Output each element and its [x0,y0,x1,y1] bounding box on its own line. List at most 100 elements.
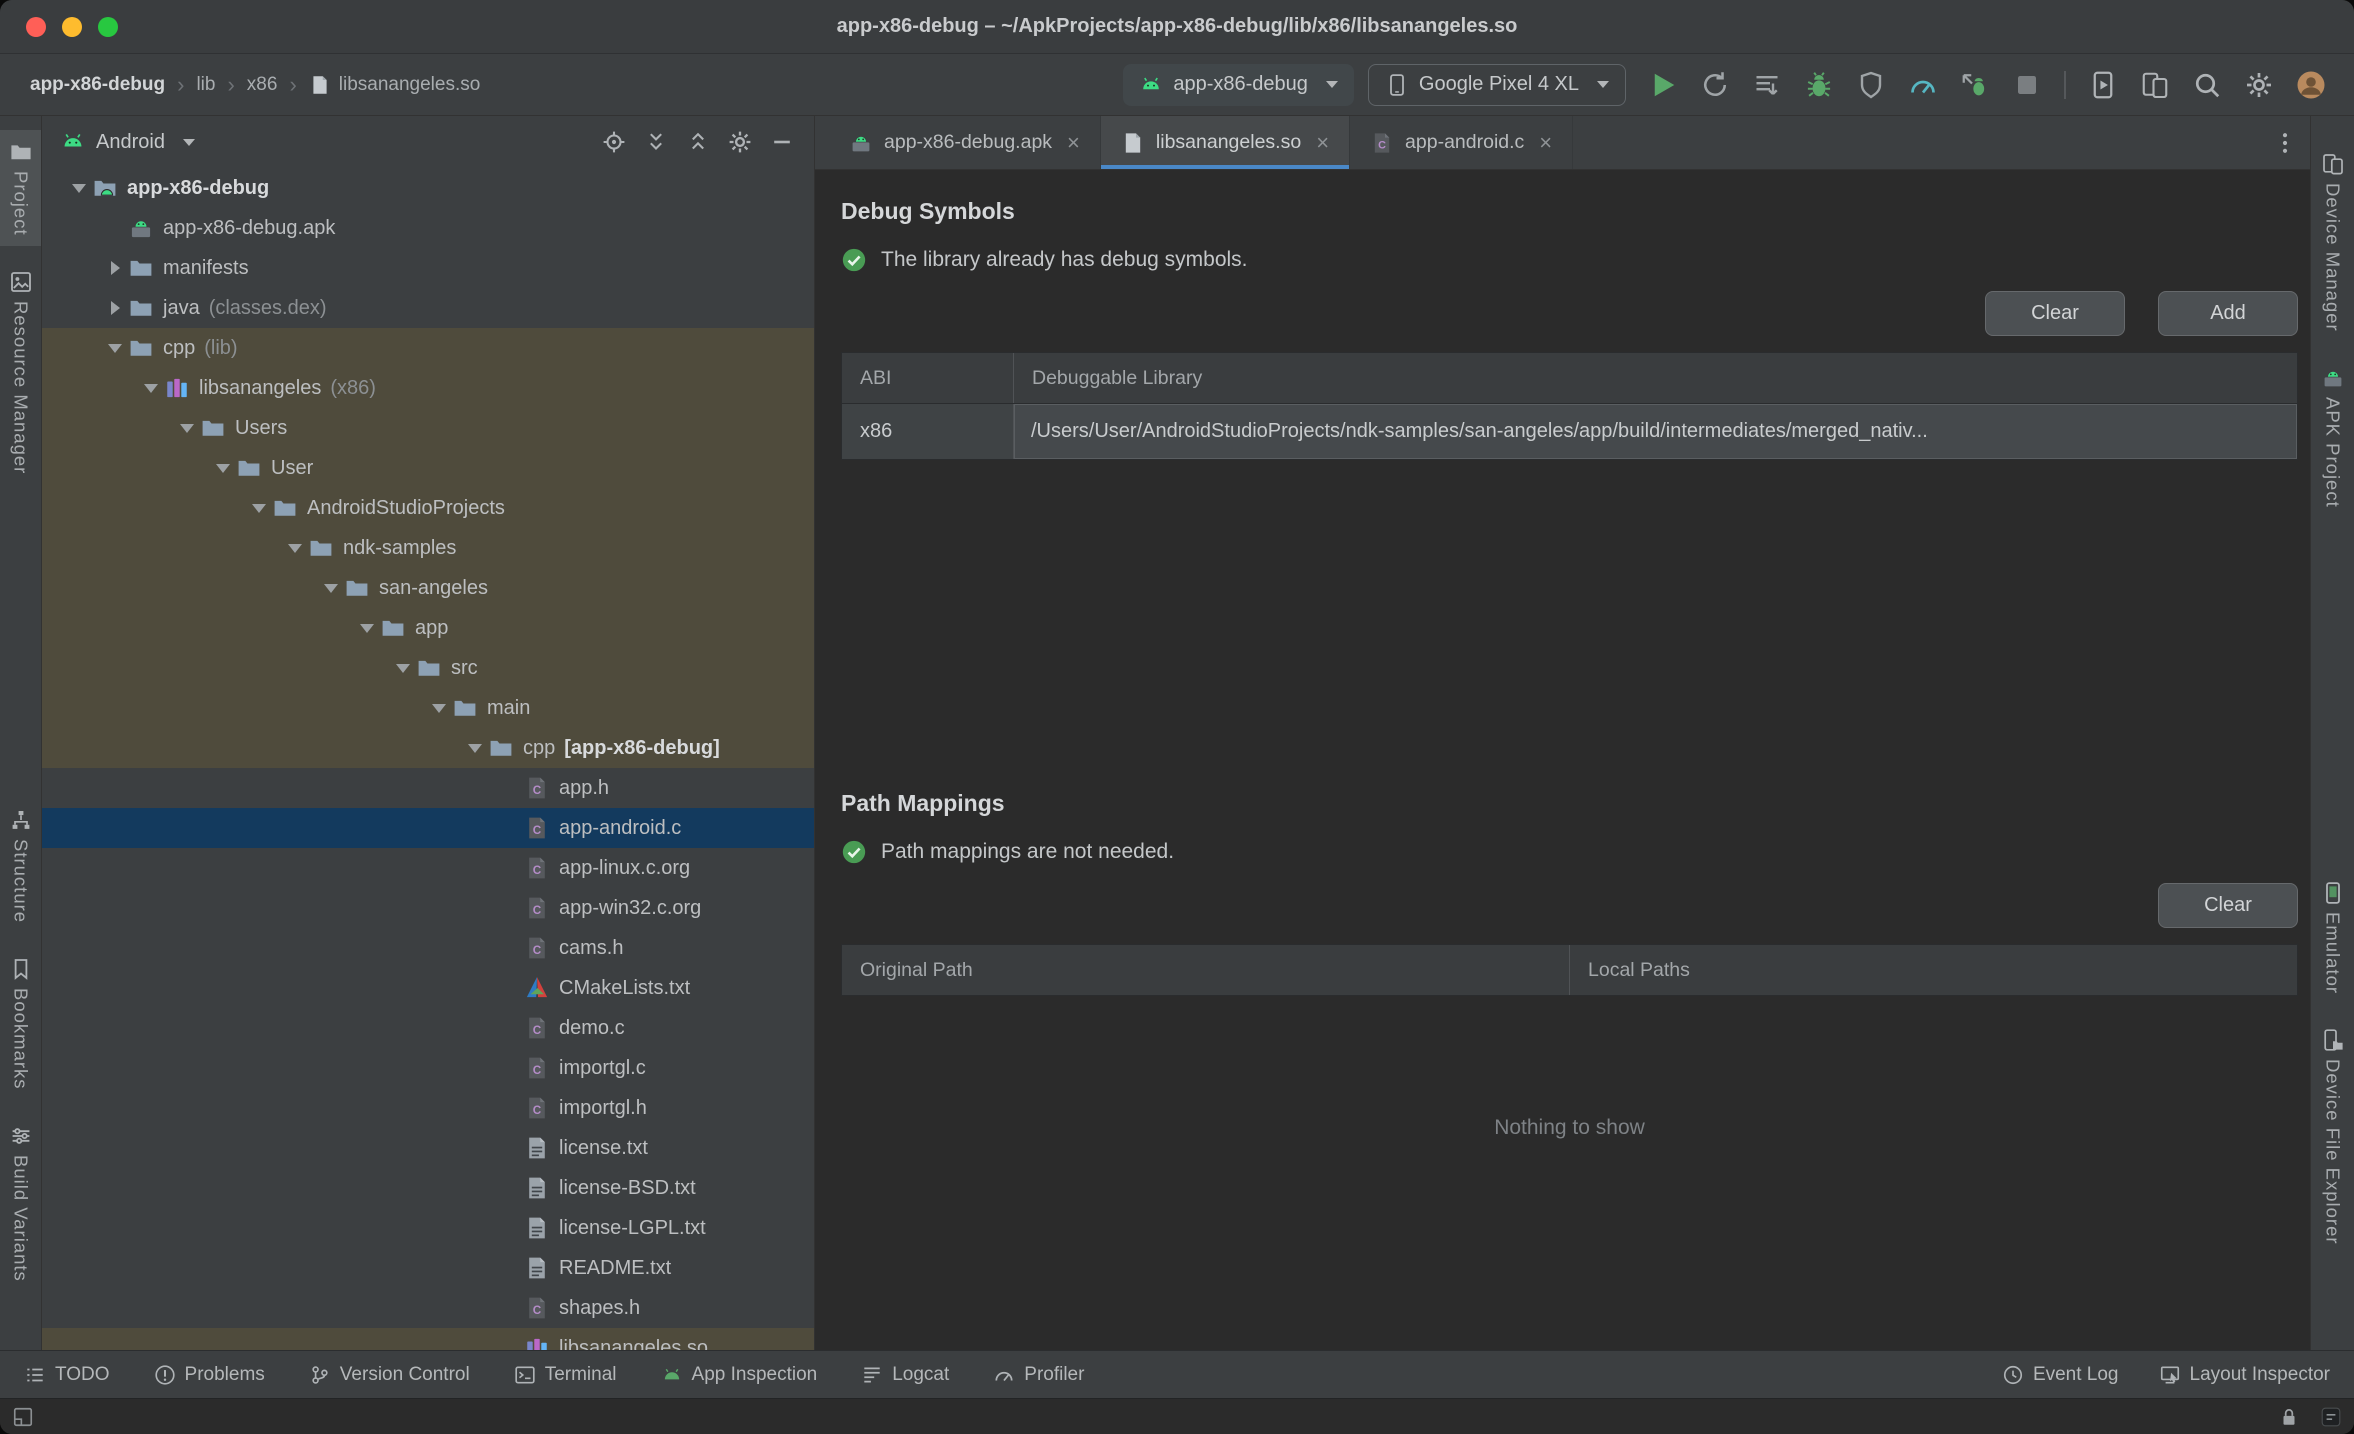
run-configuration-select[interactable]: app-x86-debug [1123,63,1354,106]
hide-button[interactable] [764,124,800,160]
statusbar-version-control[interactable]: Version Control [309,1364,470,1386]
tree-item-shapes-h[interactable]: Cshapes.h [42,1288,814,1328]
profile-app-button[interactable] [1848,62,1894,108]
chevron-down-icon[interactable] [318,568,344,608]
tree-item-app-x86-debug-apk[interactable]: app-x86-debug.apk [42,208,814,248]
debuggable-library-cell[interactable]: /Users/User/AndroidStudioProjects/ndk-sa… [1014,404,2297,459]
tree-item-app[interactable]: app [42,608,814,648]
breadcrumb-item-app-x86-debug[interactable]: app-x86-debug [30,74,165,96]
chevron-down-icon[interactable] [282,528,308,568]
statusbar-app-inspection[interactable]: App Inspection [661,1364,817,1386]
notifications-button[interactable] [2316,1402,2346,1432]
minimize-window-button[interactable] [62,16,82,37]
breadcrumb-item-x86[interactable]: x86 [247,74,278,96]
breadcrumb-item-libsanangeles-so[interactable]: libsanangeles.so [309,74,480,96]
toolwindow-resource-manager[interactable]: Resource Manager [0,260,41,484]
add-debug-symbols-button[interactable]: Add [2158,291,2298,336]
debuggable-library-column-header[interactable]: Debuggable Library [1014,353,2297,403]
toolwindow-project[interactable]: Project [0,130,41,246]
chevron-down-icon[interactable] [462,728,488,768]
statusbar-profiler[interactable]: Profiler [993,1364,1084,1386]
tree-item-user[interactable]: User [42,448,814,488]
debug-button[interactable] [1796,62,1842,108]
chevron-down-icon[interactable] [102,328,128,368]
tree-item-java[interactable]: java (classes.dex) [42,288,814,328]
toolwindow-device-file-explorer[interactable]: Device File Explorer [2311,1018,2354,1255]
chevron-down-icon[interactable] [354,608,380,648]
tree-item-cmakelists-txt[interactable]: CMakeLists.txt [42,968,814,1008]
chevron-down-icon[interactable] [183,139,195,146]
tree-item-readme-txt[interactable]: README.txt [42,1248,814,1288]
profiler-button[interactable] [1900,62,1946,108]
toolwindow-structure[interactable]: Structure [0,798,41,933]
tree-item-app-x86-debug[interactable]: app-x86-debug [42,168,814,208]
tree-item-src[interactable]: src [42,648,814,688]
original-path-column-header[interactable]: Original Path [842,945,1570,995]
apply-code-changes-button[interactable] [1744,62,1790,108]
clear-debug-symbols-button[interactable]: Clear [1985,291,2125,336]
toolwindow-bookmarks[interactable]: Bookmarks [0,947,41,1100]
attach-debugger-button[interactable] [1952,62,1998,108]
chevron-down-icon[interactable] [210,448,236,488]
tree-item-license-lgpl-txt[interactable]: license-LGPL.txt [42,1208,814,1248]
zoom-window-button[interactable] [98,16,118,37]
device-select[interactable]: Google Pixel 4 XL [1367,63,1626,106]
search-button[interactable] [2184,62,2230,108]
settings-button[interactable] [722,124,758,160]
tree-item-cams-h[interactable]: Ccams.h [42,928,814,968]
project-view-selector[interactable]: Android [96,131,165,154]
lock-button[interactable] [2274,1402,2304,1432]
device-mirror-button[interactable] [2080,62,2126,108]
avatar-button[interactable] [2288,62,2334,108]
tree-item-cpp[interactable]: cpp [app-x86-debug] [42,728,814,768]
breadcrumb-item-lib[interactable]: lib [196,74,215,96]
run-button[interactable] [1640,62,1686,108]
toolwindow-emulator[interactable]: Emulator [2311,871,2354,1004]
stop-button[interactable] [2004,62,2050,108]
close-icon[interactable]: × [1316,130,1329,156]
toolwindow-apk-project[interactable]: APK Project [2311,356,2354,518]
tree-item-app-h[interactable]: Capp.h [42,768,814,808]
tree-item-app-android-c[interactable]: Capp-android.c [42,808,814,848]
abi-column-header[interactable]: ABI [842,353,1014,403]
tree-item-license-txt[interactable]: license.txt [42,1128,814,1168]
chevron-down-icon[interactable] [138,368,164,408]
tree-item-san-angeles[interactable]: san-angeles [42,568,814,608]
tree-item-license-bsd-txt[interactable]: license-BSD.txt [42,1168,814,1208]
statusbar-terminal[interactable]: Terminal [514,1364,617,1386]
abi-table-row[interactable]: x86 /Users/User/AndroidStudioProjects/nd… [842,403,2297,459]
apply-changes-button[interactable] [1692,62,1738,108]
chevron-down-icon[interactable] [246,488,272,528]
statusbar-event-log[interactable]: Event Log [2002,1364,2119,1386]
chevron-right-icon[interactable] [102,248,128,288]
tree-item-demo-c[interactable]: Cdemo.c [42,1008,814,1048]
tree-item-users[interactable]: Users [42,408,814,448]
statusbar-logcat[interactable]: Logcat [861,1364,949,1386]
toolwindow-build-variants[interactable]: Build Variants [0,1114,41,1292]
tree-item-app-win32-c-org[interactable]: Capp-win32.c.org [42,888,814,928]
close-icon[interactable]: × [1067,130,1080,156]
tree-item-ndk-samples[interactable]: ndk-samples [42,528,814,568]
tree-item-main[interactable]: main [42,688,814,728]
tree-item-importgl-c[interactable]: Cimportgl.c [42,1048,814,1088]
locate-button[interactable] [596,124,632,160]
toolwindow-button[interactable] [8,1402,38,1432]
clear-path-mappings-button[interactable]: Clear [2158,883,2298,928]
tree-item-libsanangeles-so[interactable]: libsanangeles.so [42,1328,814,1350]
close-icon[interactable]: × [1539,130,1552,156]
chevron-down-icon[interactable] [66,168,92,208]
close-window-button[interactable] [26,16,46,37]
tab-libsanangeles-so[interactable]: libsanangeles.so × [1100,116,1351,169]
tree-item-app-linux-c-org[interactable]: Capp-linux.c.org [42,848,814,888]
statusbar-layout-inspector[interactable]: Layout Inspector [2159,1364,2330,1386]
statusbar-todo[interactable]: TODO [24,1364,110,1386]
settings-button[interactable] [2236,62,2282,108]
statusbar-problems[interactable]: Problems [154,1364,265,1386]
tree-item-cpp[interactable]: cpp (lib) [42,328,814,368]
more-tabs-options-icon[interactable] [2260,116,2310,169]
tab-app-android-c[interactable]: Capp-android.c × [1350,116,1574,169]
toolwindow-device-manager[interactable]: Device Manager [2311,142,2354,342]
tree-item-libsanangeles[interactable]: libsanangeles (x86) [42,368,814,408]
collapse-all-button[interactable] [680,124,716,160]
tree-item-manifests[interactable]: manifests [42,248,814,288]
